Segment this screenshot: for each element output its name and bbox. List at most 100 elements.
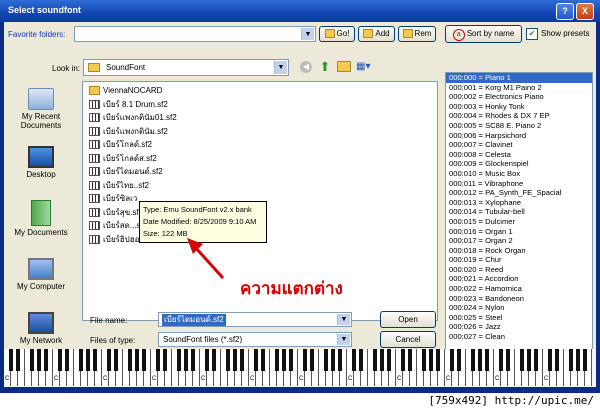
piano-black-key[interactable] (240, 349, 244, 371)
piano-black-key[interactable] (289, 349, 293, 371)
preset-item[interactable]: 000:017 = Organ 2 (446, 236, 592, 246)
preset-item[interactable]: 000:006 = Harpsichord (446, 131, 592, 141)
piano-black-key[interactable] (37, 349, 41, 371)
look-in-combo[interactable]: SoundFont ▼ (83, 59, 289, 76)
preset-item[interactable]: 000:018 = Rock Organ (446, 246, 592, 256)
preset-item[interactable]: 000:007 = Clavinet (446, 140, 592, 150)
piano-black-key[interactable] (9, 349, 13, 371)
piano-black-key[interactable] (128, 349, 132, 371)
preset-item[interactable]: 000:002 = Electronics Piano (446, 92, 592, 102)
piano-black-key[interactable] (163, 349, 167, 371)
piano-black-key[interactable] (450, 349, 454, 371)
preset-item[interactable]: 000:026 = Jazz (446, 322, 592, 332)
piano-black-key[interactable] (142, 349, 146, 371)
files-of-type-combo[interactable]: SoundFont files (*.sf2) ▼ (158, 332, 352, 347)
piano-black-key[interactable] (93, 349, 97, 371)
piano-black-key[interactable] (422, 349, 426, 371)
open-button[interactable]: Open (380, 311, 436, 328)
piano-black-key[interactable] (135, 349, 139, 371)
presets-list[interactable]: 000:000 = Piano 1 000:001 = Korg M1 Pain… (445, 72, 593, 358)
piano-black-key[interactable] (30, 349, 34, 371)
piano-black-key[interactable] (44, 349, 48, 371)
piano-black-key[interactable] (16, 349, 20, 371)
remove-favorite-button[interactable]: Rem (398, 26, 436, 42)
preset-item[interactable]: 000:010 = Music Box (446, 169, 592, 179)
piano-black-key[interactable] (86, 349, 90, 371)
go-button[interactable]: Go! (319, 26, 355, 42)
preset-item[interactable]: 000:014 = Tubular-bell (446, 207, 592, 217)
piano-black-key[interactable] (457, 349, 461, 371)
chevron-down-icon[interactable]: ▼ (301, 28, 314, 40)
place-desktop[interactable]: Desktop (8, 146, 74, 179)
preset-item[interactable]: 000:015 = Dulcimer (446, 217, 592, 227)
preset-item[interactable]: 000:004 = Rhodes & DX 7 EP (446, 111, 592, 121)
preset-item[interactable]: 000:001 = Korg M1 Paino 2 (446, 83, 592, 93)
piano-black-key[interactable] (520, 349, 524, 371)
piano-black-key[interactable] (548, 349, 552, 371)
new-folder-icon[interactable] (337, 61, 351, 72)
piano-black-key[interactable] (310, 349, 314, 371)
list-item[interactable]: เบียร์แพงกตินัม01.sf2 (89, 112, 177, 124)
up-folder-icon[interactable]: ⬆ (318, 59, 332, 74)
piano-black-key[interactable] (324, 349, 328, 371)
list-item[interactable]: เบียร์ไทย..sf2 (89, 180, 149, 192)
back-icon[interactable]: ◀ (300, 61, 312, 73)
list-item[interactable]: เบียร์โกลด์ส.sf2 (89, 153, 157, 165)
preset-item[interactable]: 000:011 = Vibraphone (446, 179, 592, 189)
piano-black-key[interactable] (114, 349, 118, 371)
show-presets-checkbox[interactable]: ✔ Show presets (526, 28, 596, 40)
piano-black-key[interactable] (233, 349, 237, 371)
piano-black-key[interactable] (191, 349, 195, 371)
piano-black-key[interactable] (226, 349, 230, 371)
piano-black-key[interactable] (380, 349, 384, 371)
piano-black-key[interactable] (478, 349, 482, 371)
piano-black-key[interactable] (303, 349, 307, 371)
list-item[interactable]: เบียร์แพงกตินัม.sf2 (89, 126, 168, 138)
piano-black-key[interactable] (576, 349, 580, 371)
piano-black-key[interactable] (506, 349, 510, 371)
piano-black-key[interactable] (408, 349, 412, 371)
preset-item[interactable]: 000:000 = Piano 1 (446, 73, 592, 83)
place-recent-documents[interactable]: My Recent Documents (8, 88, 74, 130)
piano-black-key[interactable] (471, 349, 475, 371)
piano-black-key[interactable] (338, 349, 342, 371)
piano-black-key[interactable] (184, 349, 188, 371)
place-my-documents[interactable]: My Documents (8, 200, 74, 237)
piano-black-key[interactable] (436, 349, 440, 371)
close-button[interactable]: X (576, 3, 594, 20)
file-name-combo[interactable]: เบียร์ไดมอนด์.sf2 ▼ (158, 312, 352, 327)
preset-item[interactable]: 000:025 = Steel (446, 313, 592, 323)
piano-keyboard[interactable]: CCCCCCCCCCCC (4, 349, 596, 387)
chevron-down-icon[interactable]: ▼ (274, 61, 287, 74)
chevron-down-icon[interactable]: ▼ (337, 334, 350, 345)
place-my-network[interactable]: My Network (8, 312, 74, 345)
preset-item[interactable]: 000:003 = Honky Tonk (446, 102, 592, 112)
chevron-down-icon[interactable]: ▼ (337, 314, 350, 325)
piano-black-key[interactable] (527, 349, 531, 371)
preset-item[interactable]: 000:005 = SC88 E. Piano 2 (446, 121, 592, 131)
sort-by-name-button[interactable]: a Sort by name (445, 25, 522, 43)
help-button[interactable]: ? (556, 3, 574, 20)
piano-black-key[interactable] (254, 349, 258, 371)
piano-black-key[interactable] (107, 349, 111, 371)
piano-black-key[interactable] (569, 349, 573, 371)
piano-black-key[interactable] (58, 349, 62, 371)
piano-black-key[interactable] (212, 349, 216, 371)
preset-item[interactable]: 000:016 = Organ 1 (446, 227, 592, 237)
list-item[interactable]: เบียร์ 8.1 Drum.sf2 (89, 99, 168, 111)
views-menu-icon[interactable]: ▦▾ (356, 60, 376, 73)
list-item[interactable]: ViennaNOCARD (89, 85, 162, 97)
add-favorite-button[interactable]: Add (358, 26, 395, 42)
piano-black-key[interactable] (205, 349, 209, 371)
piano-black-key[interactable] (352, 349, 356, 371)
piano-black-key[interactable] (359, 349, 363, 371)
piano-black-key[interactable] (555, 349, 559, 371)
list-item[interactable]: เบียร์ซิลเว (89, 193, 137, 205)
preset-item[interactable]: 000:012 = PA_Synth_FE_Spacial (446, 188, 592, 198)
place-my-computer[interactable]: My Computer (8, 258, 74, 291)
piano-black-key[interactable] (373, 349, 377, 371)
preset-item[interactable]: 000:024 = Nylon (446, 303, 592, 313)
preset-item[interactable]: 000:009 = Glockenspiel (446, 159, 592, 169)
piano-black-key[interactable] (401, 349, 405, 371)
piano-black-key[interactable] (275, 349, 279, 371)
